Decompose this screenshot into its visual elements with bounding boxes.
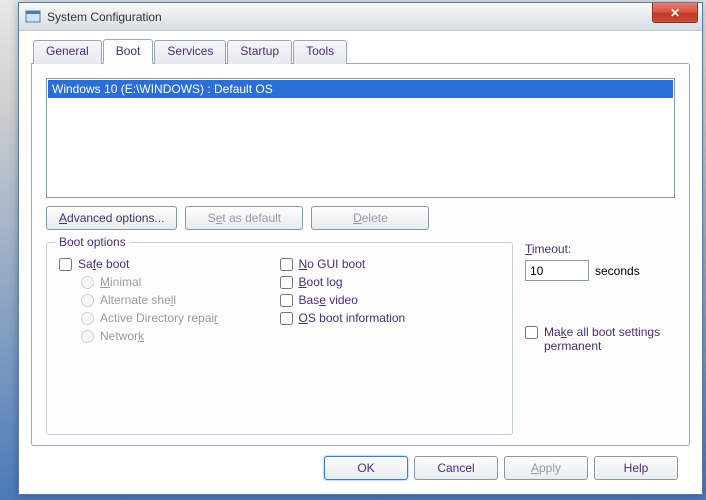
radio-minimal-input — [81, 276, 94, 289]
tab-startup[interactable]: Startup — [227, 40, 292, 64]
btn-label: Delete — [353, 211, 388, 225]
set-as-default-button: Set as default — [185, 206, 303, 230]
help-button[interactable]: Help — [594, 456, 678, 480]
app-icon — [25, 9, 41, 25]
tab-boot[interactable]: Boot — [103, 39, 154, 64]
system-configuration-window: System Configuration ✕ General Boot Serv… — [18, 2, 703, 495]
apply-button: Apply — [504, 456, 588, 480]
radio-network: Network — [81, 329, 280, 343]
boot-buttons-row: AAdvanced options...dvanced options... S… — [46, 206, 675, 230]
titlebar[interactable]: System Configuration ✕ — [19, 3, 702, 31]
label: Minimal — [100, 275, 141, 289]
dialog-footer: OK Cancel Apply Help — [31, 446, 690, 486]
safe-boot-checkbox[interactable]: Safe boot — [59, 257, 280, 271]
timeout-box: Timeout: seconds Make all boot settings … — [525, 242, 675, 435]
boot-entries-list[interactable]: Windows 10 (E:\WINDOWS) : Default OS — [46, 78, 675, 198]
radio-alternate-shell: Alternate shell — [81, 293, 280, 307]
options-row: Boot options Safe boot Minimal — [46, 242, 675, 435]
advanced-options-button[interactable]: AAdvanced options...dvanced options... — [46, 206, 177, 230]
window-title: System Configuration — [47, 10, 162, 24]
label: OS boot information — [299, 311, 406, 325]
col-right: No GUI boot Boot log Base video OS — [280, 253, 501, 426]
label: Boot log — [299, 275, 343, 289]
label: Base video — [299, 293, 358, 307]
btn-label: AAdvanced options...dvanced options... — [59, 211, 164, 225]
label: No GUI boot — [299, 257, 366, 271]
ok-button[interactable]: OK — [324, 456, 408, 480]
timeout-row: seconds — [525, 260, 675, 281]
label: Active Directory repair — [100, 311, 218, 325]
bootlog-input[interactable] — [280, 276, 293, 289]
label: Network — [100, 329, 144, 343]
close-button[interactable]: ✕ — [652, 3, 698, 23]
radio-altshell-input — [81, 294, 94, 307]
label: Make all boot settings permanent — [544, 325, 675, 353]
close-icon: ✕ — [670, 6, 680, 20]
col-left: Safe boot Minimal Alternate shell — [59, 253, 280, 426]
radio-ad-repair: Active Directory repair — [81, 311, 280, 325]
nogui-input[interactable] — [280, 258, 293, 271]
basevideo-input[interactable] — [280, 294, 293, 307]
cancel-button[interactable]: Cancel — [414, 456, 498, 480]
osinfo-input[interactable] — [280, 312, 293, 325]
boot-options-group: Boot options Safe boot Minimal — [46, 242, 513, 435]
boot-entry-selected[interactable]: Windows 10 (E:\WINDOWS) : Default OS — [48, 80, 673, 98]
label: Alternate shell — [100, 293, 176, 307]
timeout-label: Timeout: — [525, 242, 675, 256]
label: Apply — [531, 461, 561, 475]
boot-log-checkbox[interactable]: Boot log — [280, 275, 501, 289]
radio-adrepair-input — [81, 312, 94, 325]
tab-services[interactable]: Services — [154, 40, 226, 64]
safe-boot-radios: Minimal Alternate shell Active Directory… — [81, 275, 280, 343]
tab-general[interactable]: General — [33, 40, 102, 64]
radio-network-input — [81, 330, 94, 343]
timeout-input[interactable] — [525, 260, 589, 281]
group-title: Boot options — [55, 235, 130, 249]
make-permanent-checkbox[interactable]: Make all boot settings permanent — [525, 325, 675, 353]
timeout-unit: seconds — [595, 264, 640, 278]
make-permanent-input[interactable] — [525, 326, 538, 339]
safe-boot-input[interactable] — [59, 258, 72, 271]
label: Safe boot — [78, 257, 129, 271]
tab-strip: General Boot Services Startup Tools — [33, 39, 690, 63]
os-boot-info-checkbox[interactable]: OS boot information — [280, 311, 501, 325]
base-video-checkbox[interactable]: Base video — [280, 293, 501, 307]
no-gui-boot-checkbox[interactable]: No GUI boot — [280, 257, 501, 271]
radio-minimal: Minimal — [81, 275, 280, 289]
delete-button: Delete — [311, 206, 429, 230]
btn-label: Set as default — [208, 211, 281, 225]
window-body: General Boot Services Startup Tools Wind… — [19, 31, 702, 494]
tab-tools[interactable]: Tools — [293, 40, 347, 64]
tab-panel-boot: Windows 10 (E:\WINDOWS) : Default OS AAd… — [31, 63, 690, 446]
